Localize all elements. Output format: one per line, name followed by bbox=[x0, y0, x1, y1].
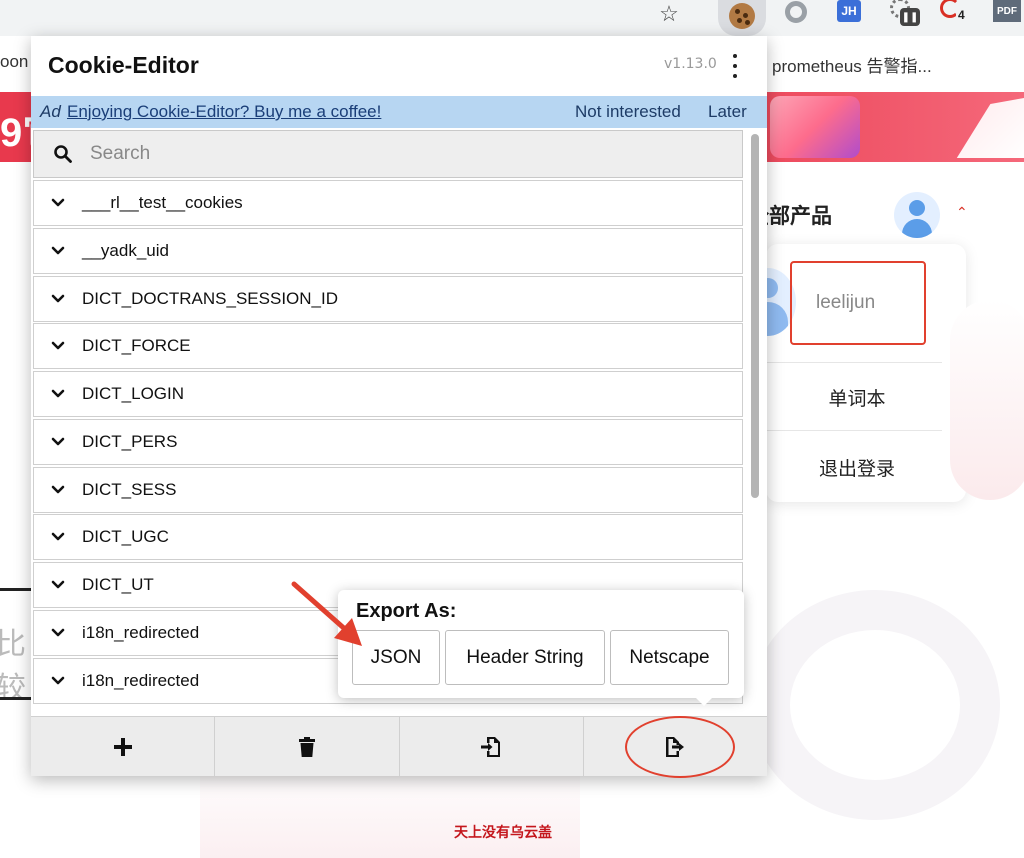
ad-banner: Ad Enjoying Cookie-Editor? Buy me a coff… bbox=[31, 96, 767, 128]
user-avatar[interactable] bbox=[894, 192, 940, 238]
menu-item-wordbook[interactable]: 单词本 bbox=[766, 384, 908, 411]
trash-icon bbox=[298, 737, 315, 757]
more-options-icon[interactable] bbox=[729, 54, 741, 78]
cookie-name: __yadk_uid bbox=[82, 240, 169, 260]
scrollbar[interactable] bbox=[747, 130, 763, 710]
chevron-down-icon[interactable] bbox=[51, 387, 65, 401]
cookie-name: ___rl__test__cookies bbox=[82, 193, 243, 212]
dropdown-divider bbox=[766, 430, 942, 431]
background-decoration bbox=[950, 300, 1024, 500]
caret-up-icon[interactable]: ⌃ bbox=[956, 204, 968, 221]
annotation-arrow-icon bbox=[291, 581, 362, 646]
later-button[interactable]: Later bbox=[708, 102, 747, 122]
cookie-row[interactable]: DICT_SESS bbox=[33, 466, 743, 513]
delete-all-button[interactable] bbox=[215, 717, 400, 776]
bookmark-star-icon[interactable]: ☆ bbox=[655, 0, 683, 28]
dropdown-divider bbox=[766, 362, 942, 363]
cookie-name: i18n_redirected bbox=[82, 622, 200, 642]
browser-toolbar bbox=[0, 0, 1024, 36]
export-popover: Export As: JSON Header String Netscape bbox=[338, 590, 744, 706]
import-button[interactable] bbox=[400, 717, 584, 776]
bookmark-item-left[interactable]: oon bbox=[0, 52, 28, 72]
cookie-name: DICT_LOGIN bbox=[82, 384, 185, 403]
cookie-name: DICT_FORCE bbox=[82, 336, 191, 356]
buy-coffee-link[interactable]: Enjoying Cookie-Editor? Buy me a coffee! bbox=[67, 102, 381, 122]
popup-title: Cookie-Editor bbox=[48, 52, 199, 78]
annotation-ellipse bbox=[625, 716, 735, 778]
chevron-down-icon[interactable] bbox=[51, 674, 65, 688]
chevron-down-icon[interactable] bbox=[51, 626, 65, 640]
cookie-name: DICT_SESS bbox=[82, 479, 177, 499]
chevron-down-icon[interactable] bbox=[51, 578, 65, 592]
search-icon bbox=[54, 145, 72, 163]
chevron-down-icon[interactable] bbox=[51, 244, 65, 258]
banner-gift-illustration bbox=[770, 96, 860, 158]
import-icon bbox=[481, 737, 501, 757]
popup-header: Cookie-Editor v1.13.0 bbox=[31, 36, 767, 96]
cookie-row[interactable]: ___rl__test__cookies bbox=[33, 180, 743, 226]
cookie-row[interactable]: DICT_FORCE bbox=[33, 323, 743, 370]
export-netscape-button[interactable]: Netscape bbox=[610, 630, 729, 685]
cookie-row[interactable]: DICT_PERS bbox=[33, 418, 743, 465]
cookie-name: DICT_UT bbox=[82, 575, 154, 594]
chevron-down-icon[interactable] bbox=[51, 339, 65, 353]
chevron-down-icon[interactable] bbox=[51, 435, 65, 449]
ad-label: Ad bbox=[40, 102, 61, 121]
watermark-text: 天上没有乌云盖 bbox=[454, 824, 552, 840]
version-label: v1.13.0 bbox=[664, 56, 717, 72]
chevron-down-icon[interactable] bbox=[51, 530, 65, 544]
extension-ring-icon[interactable] bbox=[782, 0, 810, 28]
chevron-down-icon[interactable] bbox=[51, 292, 65, 306]
cookie-row[interactable]: __yadk_uid bbox=[33, 227, 743, 274]
cookie-row[interactable]: DICT_DOCTRANS_SESSION_ID bbox=[33, 275, 743, 322]
search-bar bbox=[33, 130, 743, 178]
reload-extension-icon[interactable]: 4 bbox=[938, 0, 972, 28]
cookie-name: i18n_redirected bbox=[82, 670, 200, 690]
translate-input-fragment[interactable]: 比较 bbox=[0, 588, 32, 700]
plus-icon bbox=[113, 738, 132, 756]
not-interested-button[interactable]: Not interested bbox=[575, 102, 681, 122]
export-header-string-button[interactable]: Header String bbox=[445, 630, 605, 685]
pause-extension-icon[interactable]: ❚❚ bbox=[888, 0, 922, 28]
username-label: leelijun bbox=[790, 261, 926, 345]
cookie-icon bbox=[729, 3, 755, 29]
cookie-row[interactable]: DICT_UGC bbox=[33, 514, 743, 561]
cookie-editor-extension-button[interactable] bbox=[718, 0, 766, 36]
cookie-name: DICT_PERS bbox=[82, 431, 178, 451]
scroll-thumb[interactable] bbox=[751, 134, 759, 498]
export-title: Export As: bbox=[356, 600, 457, 622]
add-cookie-button[interactable] bbox=[31, 717, 216, 776]
bookmark-item-prometheus[interactable]: prometheus 告警指... bbox=[772, 52, 932, 77]
chevron-down-icon[interactable] bbox=[51, 483, 65, 497]
search-input[interactable] bbox=[90, 139, 730, 169]
cookie-row[interactable]: DICT_LOGIN bbox=[33, 371, 743, 417]
pdf-extension-icon[interactable]: PDF bbox=[992, 0, 1022, 28]
chevron-down-icon[interactable] bbox=[51, 196, 65, 210]
extension-badge-count: 4 bbox=[956, 8, 967, 22]
jh-extension-icon[interactable]: JH bbox=[836, 0, 862, 28]
cookie-name: DICT_DOCTRANS_SESSION_ID bbox=[82, 288, 338, 308]
cookie-name: DICT_UGC bbox=[82, 527, 169, 547]
menu-item-logout[interactable]: 退出登录 bbox=[766, 454, 908, 481]
background-ring-decoration bbox=[750, 590, 1000, 820]
